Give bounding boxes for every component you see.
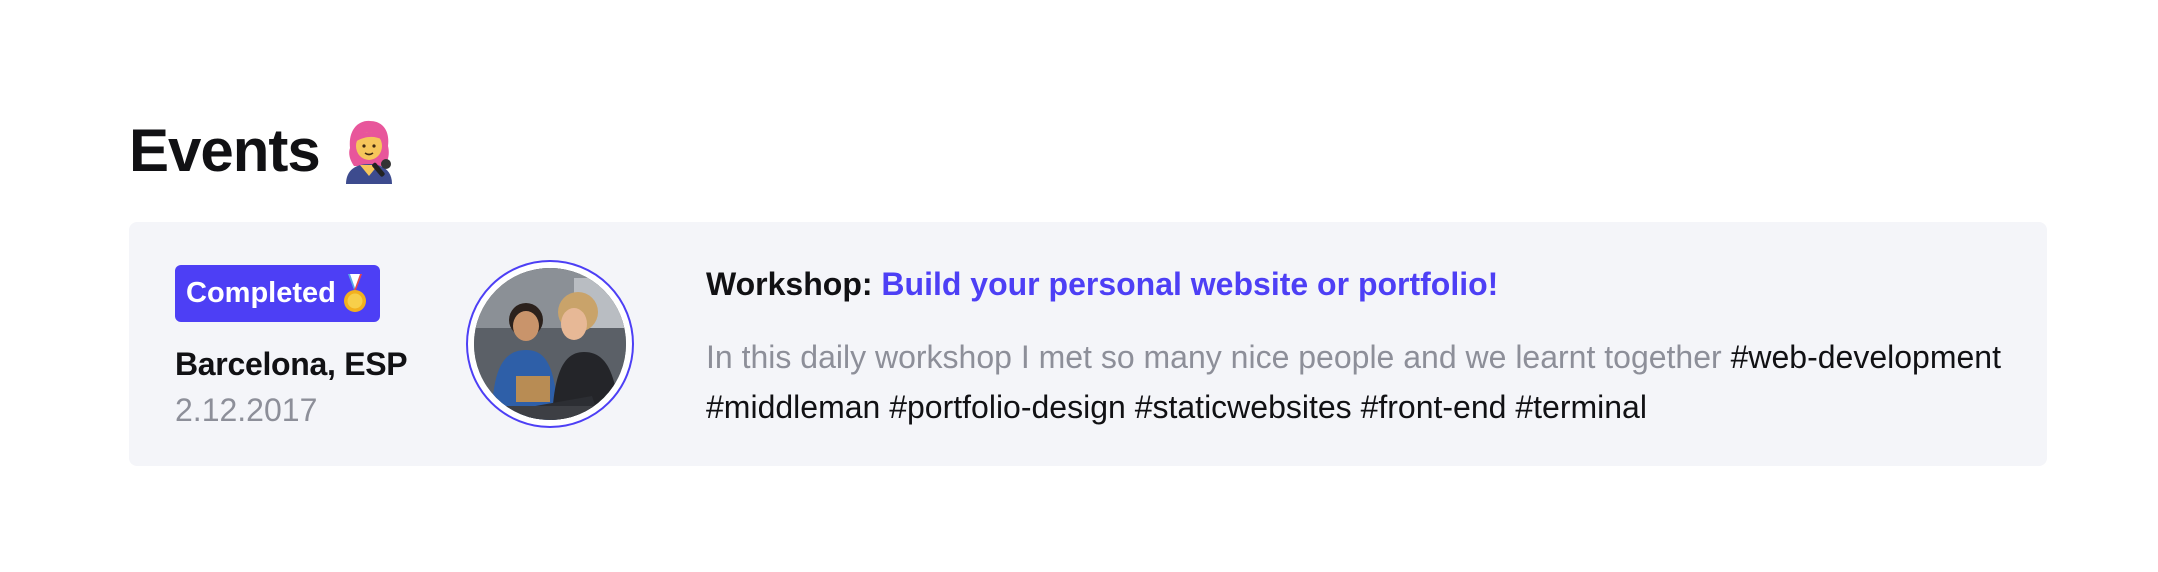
event-location: Barcelona, ESP	[175, 346, 408, 382]
tag[interactable]: #front-end	[1361, 389, 1507, 425]
tag[interactable]: #middleman	[706, 389, 880, 425]
event-type-label: Workshop:	[706, 266, 873, 302]
event-content: Workshop: Build your personal website or…	[706, 262, 2006, 432]
event-date: 2.12.2017	[175, 392, 318, 428]
tag[interactable]: #staticwebsites	[1135, 389, 1352, 425]
medal-icon	[342, 273, 368, 314]
event-heading: Workshop: Build your personal website or…	[706, 262, 2006, 306]
tag[interactable]: #portfolio-design	[889, 389, 1126, 425]
tag[interactable]: #terminal	[1515, 389, 1647, 425]
event-description: In this daily workshop I met so many nic…	[706, 332, 2006, 432]
events-section: Events Completed Barcelona, ESP 2.12.201…	[129, 110, 2047, 466]
event-description-text: In this daily workshop I met so many nic…	[706, 339, 1722, 375]
event-card: Completed Barcelona, ESP 2.12.2017 Works…	[129, 222, 2047, 466]
event-image	[474, 268, 626, 420]
page-title: Events	[129, 110, 2047, 192]
page-title-text: Events	[129, 117, 321, 184]
singer-woman-icon	[338, 118, 398, 184]
status-badge: Completed	[175, 265, 380, 322]
event-title-link[interactable]: Build your personal website or portfolio…	[881, 266, 1498, 302]
event-image-frame	[466, 260, 634, 428]
status-label: Completed	[186, 277, 336, 309]
tag[interactable]: #web-development	[1731, 339, 2001, 375]
